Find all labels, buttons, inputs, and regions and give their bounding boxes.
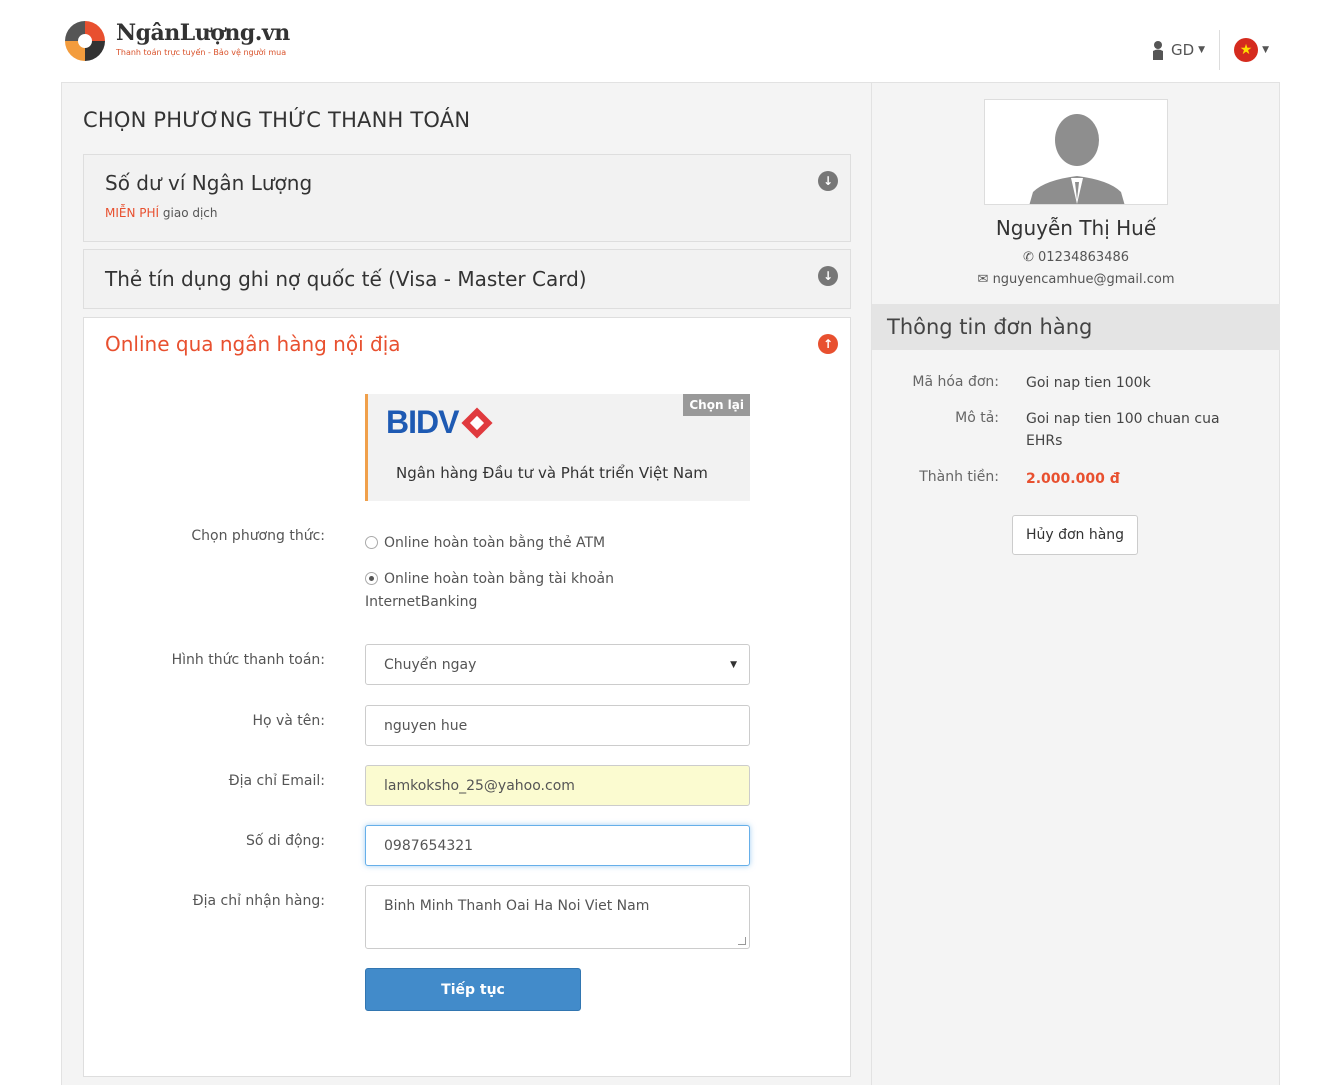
accordion-wallet[interactable]: Số dư ví Ngân Lượng MIỄN PHÍ giao dịch ↓	[83, 154, 851, 242]
amount-value: 2.000.000 đ	[1026, 471, 1120, 487]
phone-label: Số di động:	[245, 833, 325, 849]
accordion-title: Số dư ví Ngân Lượng	[105, 171, 313, 195]
accordion-credit-card[interactable]: Thẻ tín dụng ghi nợ quốc tế (Visa - Mast…	[83, 249, 851, 309]
user-phone: ✆ 01234863486	[1022, 250, 1130, 265]
resize-handle-icon[interactable]	[738, 937, 746, 945]
user-name: Nguyễn Thị Huế	[995, 216, 1157, 240]
brand-tagline: Thanh toán trực tuyến - Bảo vệ người mua	[116, 48, 287, 57]
accordion-title[interactable]: Online qua ngân hàng nội địa	[105, 332, 401, 356]
caret-down-icon: ▼	[1262, 45, 1269, 55]
method-label: Chọn phương thức:	[191, 528, 325, 544]
description-value: Goi nap tien 100 chuan cua EHRs	[1026, 411, 1220, 449]
selected-bank-card: BIDV Ngân hàng Đầu tư và Phát triển Việt…	[365, 394, 750, 501]
bidv-diamond-icon	[461, 406, 494, 439]
amount-label: Thành tiền:	[919, 469, 999, 485]
brand-logo[interactable]: NgânLượng.vn Thanh toán trực tuyến - Bảo…	[62, 18, 290, 64]
email-field[interactable]: lamkoksho_25@yahoo.com	[365, 765, 750, 806]
accordion-domestic-bank: Online qua ngân hàng nội địa ↑ BIDV Ngân…	[83, 317, 851, 1077]
radio-button[interactable]	[365, 536, 378, 549]
payment-method-panel: CHỌN PHƯƠNG THỨC THANH TOÁN Số dư ví Ngâ…	[61, 82, 872, 1085]
name-field[interactable]: nguyen hue	[365, 705, 750, 746]
description-label: Mô tả:	[955, 410, 999, 426]
radio-button-checked[interactable]	[365, 572, 378, 585]
select-caret-icon: ▼	[730, 659, 737, 670]
bidv-logo: BIDV	[386, 404, 494, 441]
radio-atm[interactable]: Online hoàn toàn bằng thẻ ATM	[365, 532, 665, 555]
email-label: Địa chỉ Email:	[228, 773, 325, 789]
payment-type-select[interactable]: Chuyển ngay ▼	[365, 644, 750, 685]
free-badge: MIỄN PHÍ	[105, 206, 160, 220]
payment-type-label: Hình thức thanh toán:	[171, 652, 325, 668]
phone-field[interactable]: 0987654321	[365, 825, 750, 866]
logo-swirl-icon	[62, 18, 108, 64]
name-label: Họ và tên:	[252, 713, 325, 729]
user-menu[interactable]: GD ▼	[1151, 40, 1205, 60]
order-info-panel: Nguyễn Thị Huế ✆ 01234863486 ✉ nguyencam…	[872, 82, 1280, 1085]
phone-icon: ✆	[1022, 250, 1034, 265]
envelope-icon: ✉	[977, 272, 989, 287]
order-info-heading: Thông tin đơn hàng	[872, 304, 1280, 350]
accordion-subtitle: MIỄN PHÍ giao dịch	[105, 206, 218, 220]
header: NgânLượng.vn Thanh toán trực tuyến - Bảo…	[0, 0, 1331, 82]
cancel-order-button[interactable]: Hủy đơn hàng	[1012, 515, 1138, 555]
invoice-label: Mã hóa đơn:	[912, 374, 999, 390]
radio-internet-banking[interactable]: Online hoàn toàn bằng tài khoản Internet…	[365, 568, 665, 614]
reselect-bank-button[interactable]: Chọn lại	[683, 394, 750, 416]
address-label: Địa chỉ nhận hàng:	[192, 893, 325, 909]
caret-down-icon: ▼	[1198, 45, 1206, 55]
user-label: GD	[1170, 41, 1195, 59]
user-icon	[1152, 41, 1163, 60]
language-menu[interactable]: ★ ▼	[1234, 38, 1269, 62]
accordion-title: Thẻ tín dụng ghi nợ quốc tế (Visa - Mast…	[105, 267, 587, 291]
expand-down-icon[interactable]: ↓	[818, 266, 838, 286]
user-silhouette-icon	[1029, 114, 1125, 204]
expand-down-icon[interactable]: ↓	[818, 171, 838, 191]
invoice-value: Goi nap tien 100k	[1026, 375, 1151, 391]
vietnam-flag-icon: ★	[1234, 38, 1259, 62]
brand-name: NgânLượng.vn	[116, 20, 290, 46]
address-textarea[interactable]: Binh Minh Thanh Oai Ha Noi Viet Nam	[365, 885, 750, 949]
page-title: CHỌN PHƯƠNG THỨC THANH TOÁN	[83, 108, 471, 132]
header-divider	[1219, 30, 1221, 70]
collapse-up-icon[interactable]: ↑	[818, 334, 838, 354]
bank-name: Ngân hàng Đầu tư và Phát triển Việt Nam	[396, 464, 708, 482]
continue-button[interactable]: Tiếp tục	[365, 968, 581, 1011]
avatar	[984, 99, 1168, 205]
user-email: ✉ nguyencamhue@gmail.com	[977, 272, 1175, 287]
